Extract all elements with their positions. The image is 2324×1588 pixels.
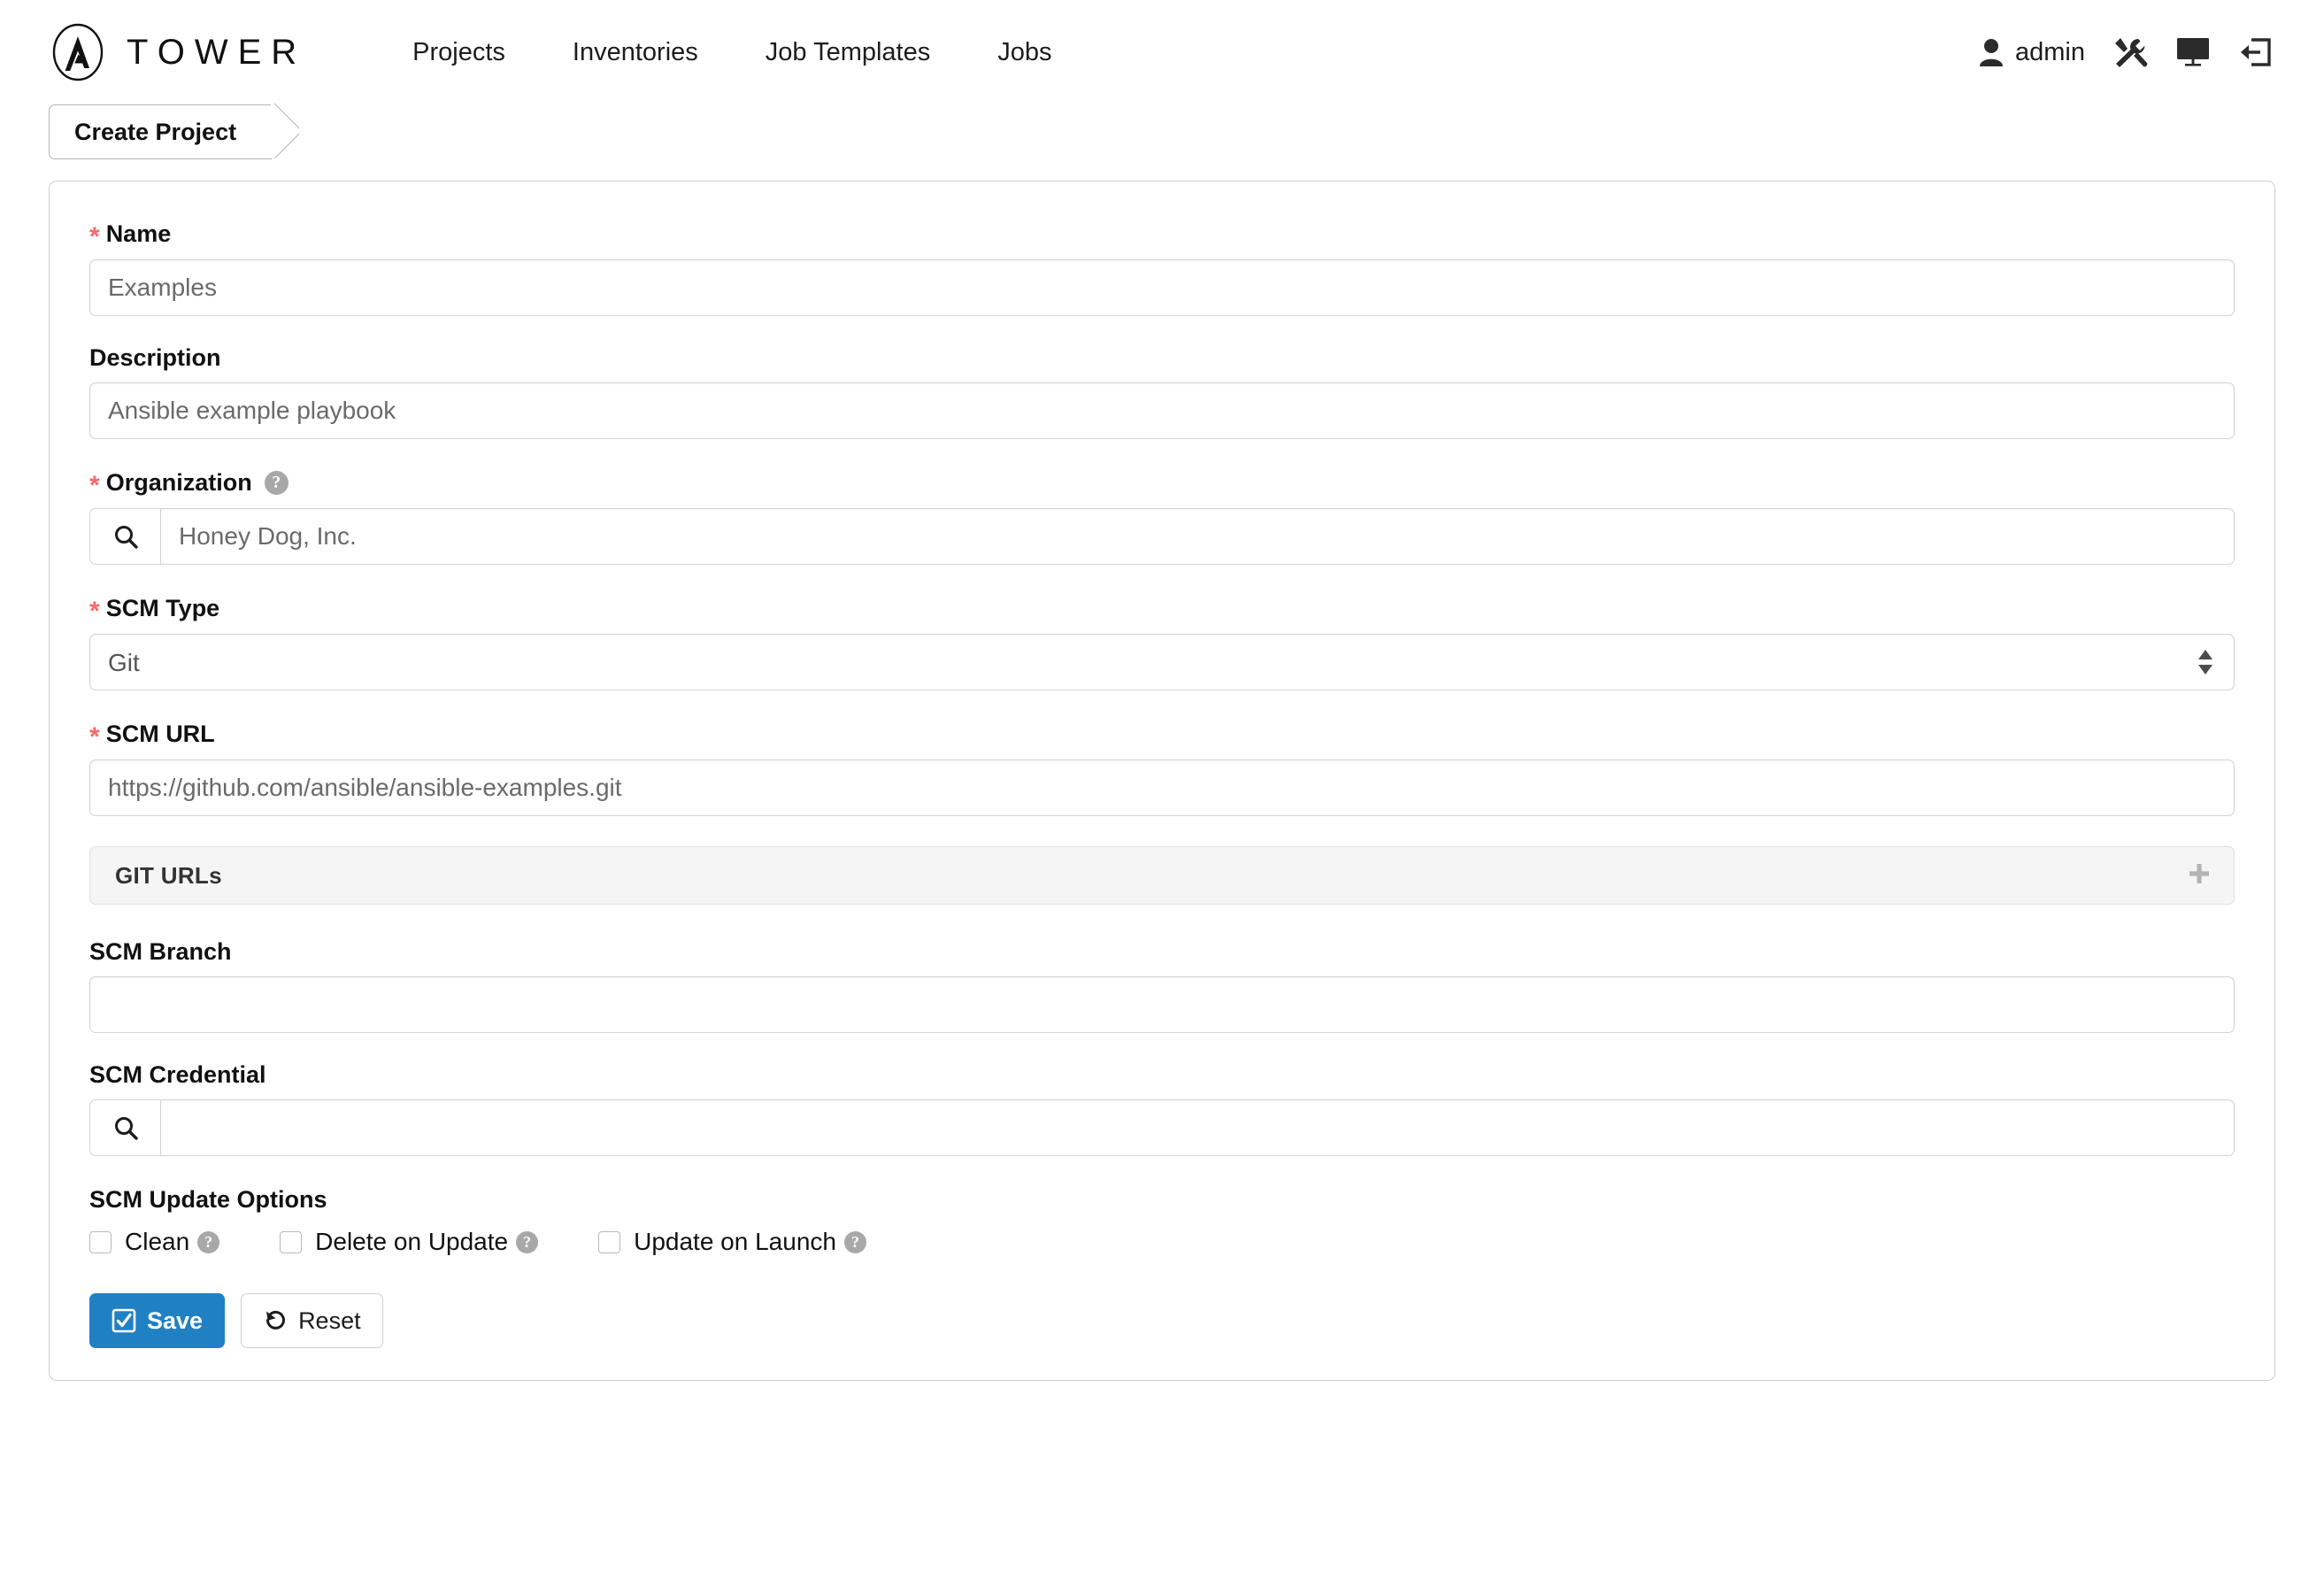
nav-item-job-templates[interactable]: Job Templates (732, 38, 964, 67)
required-asterisk: * (89, 722, 100, 752)
option-delete-on-update[interactable]: Delete on Update ? (280, 1228, 539, 1256)
scm-type-select-wrapper: Git (89, 634, 2235, 690)
check-square-icon (112, 1308, 136, 1333)
form-actions: Save Reset (89, 1293, 2235, 1348)
plus-glyph (2189, 863, 2209, 883)
user-name: admin (2015, 37, 2085, 66)
git-urls-panel[interactable]: GIT URLs (89, 846, 2235, 905)
field-name: * Name (89, 220, 2235, 316)
scm-url-label: * SCM URL (89, 720, 2235, 751)
update-on-launch-label: Update on Launch (634, 1228, 836, 1255)
save-button-label: Save (147, 1307, 204, 1334)
scm-type-label: * SCM Type (89, 594, 2235, 625)
top-navigation-bar: TOWER Projects Inventories Job Templates… (0, 0, 2324, 104)
search-icon (114, 1117, 138, 1140)
git-urls-panel-title: GIT URLs (115, 861, 222, 889)
logout-icon[interactable] (2237, 36, 2273, 68)
scm-update-options-label: SCM Update Options (89, 1186, 327, 1213)
tools-icon[interactable] (2112, 35, 2149, 69)
field-scm-credential: SCM Credential (89, 1063, 2235, 1156)
option-clean[interactable]: Clean ? (89, 1228, 220, 1256)
reset-button[interactable]: Reset (241, 1293, 383, 1348)
question-circle-icon[interactable]: ? (516, 1230, 539, 1253)
field-scm-update-options: SCM Update Options Clean ? Delete on Upd… (89, 1186, 2235, 1256)
nav-item-projects[interactable]: Projects (379, 38, 539, 67)
clean-checkbox[interactable] (89, 1230, 112, 1253)
scm-type-label-text: SCM Type (105, 594, 220, 621)
breadcrumb: Create Project (0, 104, 2324, 173)
scm-credential-label-text: SCM Credential (89, 1061, 266, 1088)
required-asterisk: * (89, 471, 100, 500)
field-organization: * Organization ? (89, 469, 2235, 565)
scm-branch-label-text: SCM Branch (89, 938, 232, 965)
name-input[interactable] (89, 259, 2235, 316)
scm-credential-search-button[interactable] (89, 1099, 160, 1156)
scm-branch-label: SCM Branch (89, 940, 2235, 964)
organization-search-button[interactable] (89, 508, 160, 565)
name-label-text: Name (105, 220, 172, 247)
field-scm-branch: SCM Branch (89, 940, 2235, 1033)
question-circle-icon[interactable]: ? (264, 470, 289, 495)
description-label-text: Description (89, 344, 221, 371)
breadcrumb-item-create-project[interactable]: Create Project (49, 104, 273, 159)
question-circle-icon[interactable]: ? (197, 1230, 220, 1253)
description-input[interactable] (89, 382, 2235, 439)
scm-credential-input[interactable] (160, 1099, 2235, 1156)
brand-name: TOWER (127, 32, 307, 72)
top-right-actions: admin (1978, 35, 2289, 69)
scm-url-label-text: SCM URL (105, 720, 215, 747)
user-menu[interactable]: admin (1978, 37, 2085, 67)
option-update-on-launch[interactable]: Update on Launch ? (598, 1228, 866, 1256)
main-nav: Projects Inventories Job Templates Jobs (379, 38, 1085, 67)
create-project-form-card: * Name Description * Organization ? (49, 181, 2275, 1381)
delete-on-update-label: Delete on Update (315, 1228, 509, 1255)
monitor-icon[interactable] (2175, 36, 2211, 68)
required-asterisk: * (89, 597, 100, 626)
organization-input[interactable] (160, 508, 2235, 565)
brand-logo[interactable]: TOWER (49, 23, 306, 81)
scm-credential-input-group (89, 1099, 2235, 1156)
scm-credential-label: SCM Credential (89, 1063, 2235, 1087)
field-scm-type: * SCM Type Git (89, 595, 2235, 690)
organization-label-text: Organization (105, 468, 252, 496)
update-on-launch-checkbox[interactable] (598, 1230, 621, 1253)
nav-item-jobs[interactable]: Jobs (964, 38, 1085, 67)
save-button[interactable]: Save (89, 1293, 226, 1348)
nav-item-inventories[interactable]: Inventories (539, 38, 732, 67)
clean-label: Clean (125, 1228, 190, 1255)
name-label: * Name (89, 220, 2235, 251)
question-circle-icon[interactable]: ? (843, 1230, 866, 1253)
field-scm-url: * SCM URL (89, 721, 2235, 816)
field-description: Description (89, 346, 2235, 439)
user-icon (1980, 39, 2003, 66)
description-label: Description (89, 346, 2235, 370)
search-icon (114, 526, 138, 549)
ansible-logo-icon (52, 23, 104, 81)
delete-on-update-checkbox[interactable] (280, 1230, 303, 1253)
scm-branch-input[interactable] (89, 976, 2235, 1033)
breadcrumb-label: Create Project (74, 118, 237, 145)
scm-update-options-row: Clean ? Delete on Update ? Update on Lau… (89, 1228, 2235, 1256)
breadcrumb-arrow-icon (271, 104, 299, 158)
organization-label: * Organization ? (89, 468, 2235, 500)
undo-icon (266, 1310, 286, 1330)
scm-type-select[interactable]: Git (89, 634, 2235, 690)
reset-button-label: Reset (298, 1307, 361, 1334)
plus-icon[interactable] (2186, 860, 2212, 891)
organization-input-group (89, 508, 2235, 565)
required-asterisk: * (89, 222, 100, 251)
scm-url-input[interactable] (89, 759, 2235, 816)
